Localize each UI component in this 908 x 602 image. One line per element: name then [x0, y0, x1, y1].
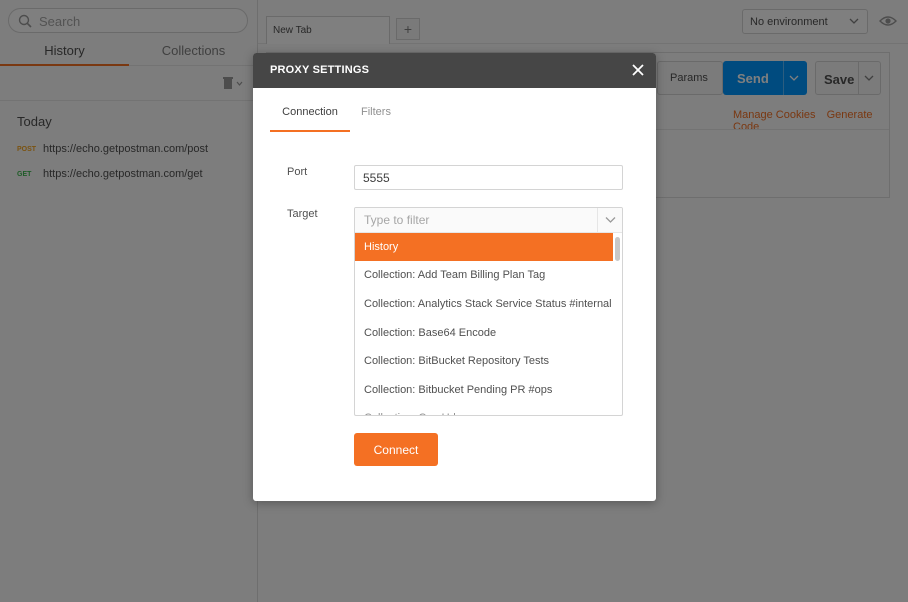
target-option[interactable]: Collection: Add Team Billing Plan Tag [355, 261, 613, 289]
target-scrollbar[interactable] [613, 233, 622, 415]
close-icon[interactable] [630, 62, 646, 78]
proxy-settings-dialog: PROXY SETTINGS Connection Filters Port T… [253, 53, 656, 501]
target-option[interactable]: Collection: Bitbucket Pending PR #ops [355, 376, 613, 404]
port-label: Port [287, 166, 308, 178]
target-select: History Collection: Add Team Billing Pla… [354, 207, 623, 416]
dialog-title: PROXY SETTINGS [270, 64, 370, 76]
target-option[interactable]: History [355, 233, 613, 261]
connect-button[interactable]: Connect [354, 433, 438, 466]
target-label: Target [287, 208, 318, 220]
target-dropdown-toggle[interactable] [597, 208, 622, 233]
target-option[interactable]: Collection: Analytics Stack Service Stat… [355, 290, 613, 318]
target-option[interactable]: Collection: Base64 Encode [355, 319, 613, 347]
dialog-header: PROXY SETTINGS [253, 53, 656, 88]
target-filter-input[interactable] [355, 208, 622, 233]
target-options: History Collection: Add Team Billing Pla… [355, 233, 613, 415]
port-input[interactable] [354, 165, 623, 190]
scrollbar-thumb[interactable] [615, 237, 620, 261]
tab-filters[interactable]: Filters [350, 106, 402, 132]
target-option[interactable]: Collection: BitBucket Repository Tests [355, 347, 613, 375]
target-option[interactable]: Collection: Cap Udon [355, 404, 613, 415]
tab-connection[interactable]: Connection [270, 106, 350, 132]
chevron-down-icon [605, 217, 616, 223]
